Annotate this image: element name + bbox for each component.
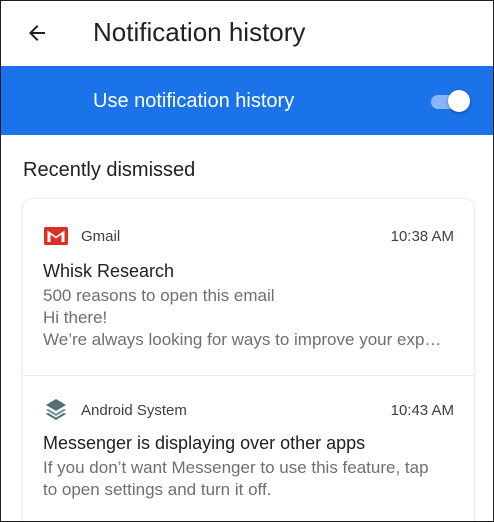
notification-history-screen: Notification history Use notification hi… bbox=[0, 0, 494, 522]
dismissed-notifications-card: Gmail 10:38 AM Whisk Research 500 reason… bbox=[23, 199, 474, 521]
notification-item-gmail[interactable]: Gmail 10:38 AM Whisk Research 500 reason… bbox=[23, 199, 474, 375]
arrow-back-icon bbox=[29, 25, 45, 41]
notification-time: 10:43 AM bbox=[390, 402, 454, 419]
use-notification-history-toggle[interactable] bbox=[431, 89, 471, 113]
gmail-icon bbox=[44, 227, 68, 245]
notification-item-android-system[interactable]: Android System 10:43 AM Messenger is dis… bbox=[23, 376, 474, 521]
notification-text-line: We’re always looking for ways to improve… bbox=[43, 330, 442, 349]
notification-time: 10:38 AM bbox=[390, 228, 454, 245]
use-notification-history-switch-bar[interactable]: Use notification history bbox=[1, 66, 493, 135]
notification-text-line: to open settings and turn it off. bbox=[43, 480, 272, 499]
use-notification-history-label: Use notification history bbox=[93, 90, 295, 112]
app-bar: Notification history bbox=[1, 1, 493, 65]
notification-text-line: 500 reasons to open this email bbox=[43, 286, 275, 305]
notification-title: Messenger is displaying over other apps bbox=[43, 433, 366, 453]
back-button[interactable] bbox=[19, 15, 55, 51]
app-name: Gmail bbox=[81, 228, 121, 245]
notification-title: Whisk Research bbox=[43, 261, 175, 281]
android-system-icon bbox=[46, 399, 66, 420]
toggle-thumb bbox=[448, 90, 470, 112]
notification-text-line: If you don’t want Messenger to use this … bbox=[43, 458, 429, 477]
page-title: Notification history bbox=[93, 17, 306, 47]
recently-dismissed-heading: Recently dismissed bbox=[23, 159, 196, 181]
app-name: Android System bbox=[81, 402, 187, 419]
notification-text-line: Hi there! bbox=[43, 308, 108, 327]
